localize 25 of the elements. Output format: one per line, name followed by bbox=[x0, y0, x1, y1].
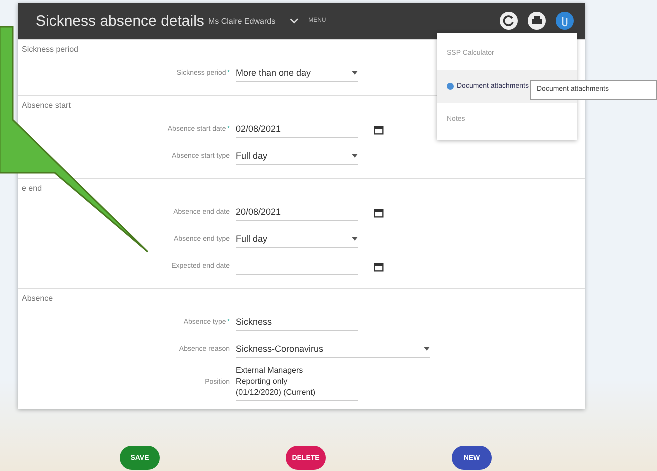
section-title: e end bbox=[22, 184, 42, 193]
calendar-icon[interactable] bbox=[374, 208, 384, 218]
select-field[interactable]: Full day bbox=[236, 148, 358, 164]
chevron-down-icon[interactable] bbox=[290, 18, 299, 24]
refresh-icon[interactable] bbox=[499, 11, 519, 31]
section-title: Absence start bbox=[22, 101, 71, 110]
calendar-icon[interactable] bbox=[374, 262, 384, 272]
calendar-icon[interactable] bbox=[374, 124, 384, 134]
text-field[interactable]: Sickness bbox=[236, 314, 358, 330]
select-field[interactable]: More than one day bbox=[236, 66, 358, 82]
caret-icon bbox=[352, 237, 358, 241]
date-field[interactable]: 02/08/2021 bbox=[236, 122, 358, 138]
selected-dot-icon bbox=[447, 83, 454, 90]
caret-icon bbox=[424, 347, 430, 351]
page-title: Sickness absence details bbox=[36, 12, 204, 30]
employee-name: Ms Claire Edwards bbox=[208, 16, 276, 26]
print-icon[interactable] bbox=[527, 11, 547, 31]
position-value: External Managers Reporting only (01/12/2020) (Current) bbox=[236, 363, 358, 401]
select-field[interactable]: Sickness-Coronavirus bbox=[236, 342, 430, 358]
date-field[interactable]: 20/08/2021 bbox=[236, 204, 358, 220]
caret-icon bbox=[352, 71, 358, 75]
section-title: Absence bbox=[22, 294, 54, 303]
select-field[interactable]: Full day bbox=[236, 232, 358, 248]
caret-icon bbox=[352, 154, 358, 158]
section-title: Sickness period bbox=[22, 45, 78, 54]
